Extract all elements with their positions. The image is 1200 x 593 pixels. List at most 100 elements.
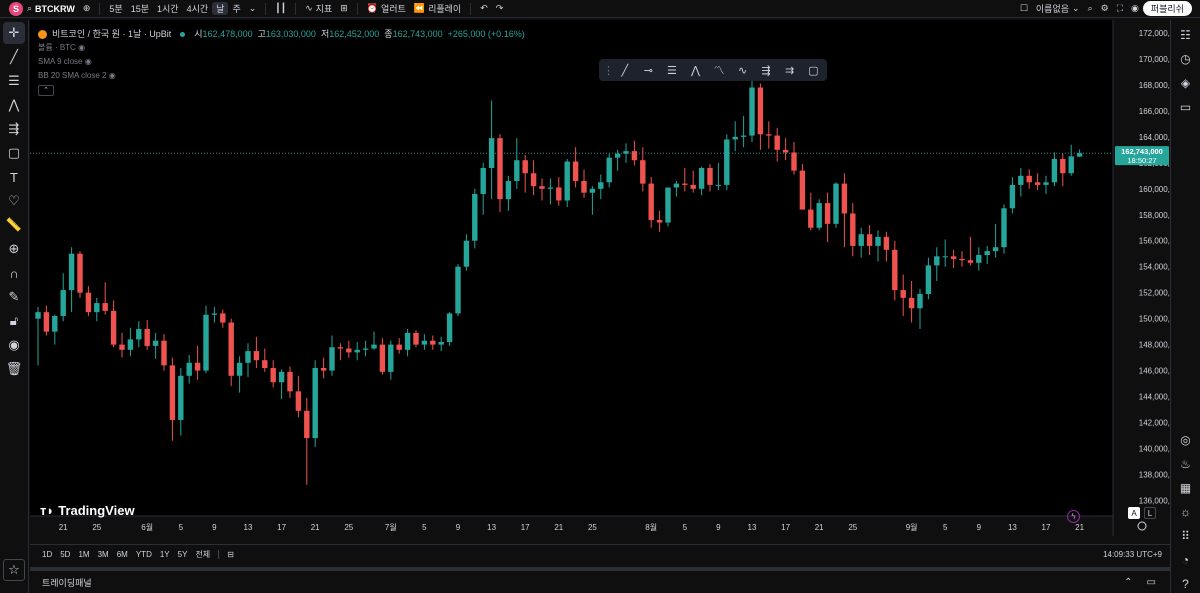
range-tool-icon[interactable]: ⇶ xyxy=(756,64,776,77)
redo-button[interactable]: ↷ xyxy=(492,3,508,14)
elliott-tool-icon[interactable]: ∿ xyxy=(733,64,753,77)
candle-body[interactable] xyxy=(934,256,940,266)
chat-button[interactable]: ▭ xyxy=(1176,97,1196,116)
candle-body[interactable] xyxy=(564,161,570,201)
help-button[interactable]: ? xyxy=(1176,574,1196,593)
candle-body[interactable] xyxy=(463,240,470,267)
candle-body[interactable] xyxy=(623,151,629,154)
channel-tool-icon[interactable]: ☰ xyxy=(662,64,682,77)
forecast-tool[interactable]: ⇶ xyxy=(3,118,25,140)
publish-button[interactable]: 퍼블리쉬 xyxy=(1142,1,1192,16)
icon-tool[interactable]: ♡ xyxy=(3,190,25,212)
layout-checkbox[interactable]: ☐ xyxy=(1016,3,1032,14)
candle-body[interactable] xyxy=(539,186,545,189)
candle-body[interactable] xyxy=(707,168,713,185)
candle-body[interactable] xyxy=(169,365,176,420)
quick-search-button[interactable]: ⌕ xyxy=(1084,3,1097,14)
candle-body[interactable] xyxy=(749,87,755,136)
candle-body[interactable] xyxy=(262,360,268,368)
candle-body[interactable] xyxy=(346,348,352,353)
candle-body[interactable] xyxy=(1001,208,1007,248)
candle-body[interactable] xyxy=(480,168,486,194)
range-1d[interactable]: 1D xyxy=(38,550,56,559)
drag-handle-icon[interactable]: ⋮ xyxy=(603,64,614,77)
candle-body[interactable] xyxy=(295,391,302,411)
lock-draw-tool[interactable]: ✎ xyxy=(3,286,25,308)
lock-all-tool[interactable]: 🔓︎ xyxy=(3,310,25,332)
candle-body[interactable] xyxy=(505,181,512,200)
remove-drawings-tool[interactable]: 🗑︎ xyxy=(3,358,25,380)
text-tool[interactable]: T xyxy=(3,166,25,188)
apps-button[interactable]: ⠿ xyxy=(1176,526,1196,545)
candle-body[interactable] xyxy=(682,183,688,185)
candle-body[interactable] xyxy=(194,362,201,371)
candle-body[interactable] xyxy=(522,160,528,174)
candle-body[interactable] xyxy=(514,160,520,182)
candle-body[interactable] xyxy=(1060,158,1066,174)
box-tool-icon[interactable]: ▢ xyxy=(804,64,824,77)
interval-dropdown[interactable]: ⌄ xyxy=(245,3,261,14)
candle-body[interactable] xyxy=(656,219,663,223)
candle-body[interactable] xyxy=(648,183,654,220)
candle-body[interactable] xyxy=(287,371,293,392)
candle-body[interactable] xyxy=(253,351,260,361)
candle-body[interactable] xyxy=(547,187,554,189)
maximize-icon[interactable]: ▭ xyxy=(1147,577,1156,588)
candle-body[interactable] xyxy=(186,362,192,376)
magnet-tool[interactable]: ∩ xyxy=(3,262,25,284)
candle-body[interactable] xyxy=(35,312,41,319)
candle-body[interactable] xyxy=(60,290,66,317)
candle-body[interactable] xyxy=(824,203,831,224)
legend-bb-row[interactable]: BB 20 SMA close 2 ◉ xyxy=(38,69,525,83)
candle-body[interactable] xyxy=(724,139,730,185)
goto-date-button[interactable]: ⊟ xyxy=(218,550,238,559)
candle-body[interactable] xyxy=(211,313,218,315)
trendline-tool[interactable]: ╱ xyxy=(3,46,25,68)
candle-body[interactable] xyxy=(379,344,386,372)
shape-tool[interactable]: ▢ xyxy=(3,142,25,164)
candle-body[interactable] xyxy=(766,134,772,136)
candle-body[interactable] xyxy=(866,234,873,246)
object-tree-button[interactable]: ◈ xyxy=(1176,73,1196,92)
interval-1w[interactable]: 주 xyxy=(228,2,244,15)
candle-body[interactable] xyxy=(329,347,335,371)
candle-body[interactable] xyxy=(1034,182,1041,185)
trading-panel-label[interactable]: 트레이딩패널 xyxy=(42,576,92,589)
candle-body[interactable] xyxy=(925,265,932,294)
candle-body[interactable] xyxy=(320,367,327,371)
ray-tool-icon[interactable]: ⊸ xyxy=(639,64,659,77)
interval-15m[interactable]: 15분 xyxy=(127,2,153,15)
candle-body[interactable] xyxy=(438,342,444,345)
eye-icon[interactable]: ◉ xyxy=(85,57,92,66)
fib-tool[interactable]: ☰ xyxy=(3,70,25,92)
candle-body[interactable] xyxy=(236,362,243,376)
range-1y[interactable]: 1Y xyxy=(156,550,174,559)
range-5d[interactable]: 5D xyxy=(56,550,74,559)
candle-body[interactable] xyxy=(640,160,646,184)
price-axis[interactable] xyxy=(1113,20,1170,536)
candle-body[interactable] xyxy=(161,340,167,366)
candle-body[interactable] xyxy=(228,322,234,376)
candle-body[interactable] xyxy=(362,348,369,350)
eye-icon[interactable]: ◉ xyxy=(109,71,116,80)
candle-body[interactable] xyxy=(740,135,747,137)
candle-body[interactable] xyxy=(144,329,150,346)
candle-body[interactable] xyxy=(757,87,764,135)
candle-body[interactable] xyxy=(598,182,604,189)
candle-body[interactable] xyxy=(782,149,789,153)
candle-body[interactable] xyxy=(119,344,125,350)
legend-sma-row[interactable]: SMA 9 close ◉ xyxy=(38,55,525,69)
candle-body[interactable] xyxy=(892,249,898,291)
candle-body[interactable] xyxy=(976,255,982,263)
candle-body[interactable] xyxy=(304,410,310,439)
legend-title[interactable]: 비트코인 / 한국 원 · 1날 · UpBit xyxy=(52,27,171,41)
candle-body[interactable] xyxy=(917,293,923,309)
range-all[interactable]: 전체 xyxy=(191,549,214,560)
hide-drawings-tool[interactable]: ◉ xyxy=(3,334,25,356)
candle-body[interactable] xyxy=(446,313,453,343)
interval-5m[interactable]: 5분 xyxy=(105,2,126,15)
auto-scale-button[interactable]: A xyxy=(1128,507,1140,519)
candle-body[interactable] xyxy=(572,161,579,182)
candle-body[interactable] xyxy=(94,303,100,313)
snapshot-button[interactable]: ◉ xyxy=(1127,3,1143,14)
